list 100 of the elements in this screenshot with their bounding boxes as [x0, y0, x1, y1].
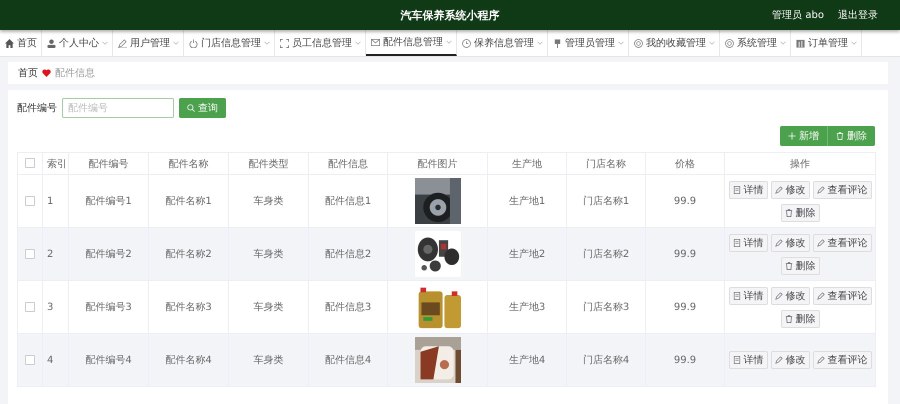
table-cell-text: 车身类 [254, 249, 284, 260]
chevron-down-icon [446, 39, 452, 45]
admin-user-label: 管理员 abo [772, 9, 824, 22]
table-cell-text: 车身类 [254, 302, 284, 313]
view-comments-button[interactable]: 查看评论 [812, 234, 872, 252]
table-cell-text: 1 [47, 196, 54, 206]
table-cell-text: 配件名称4 [165, 355, 212, 366]
plus-icon [788, 132, 796, 140]
pin-icon [553, 38, 562, 48]
delete-button[interactable]: 删除 [780, 310, 820, 328]
nav-menu-item[interactable]: 系统管理 [720, 30, 791, 56]
column-header: 配件图片 [388, 152, 488, 174]
table-cell-text: 配件名称3 [165, 302, 212, 313]
home-icon [5, 38, 14, 48]
table-cell-text: 配件名称1 [165, 196, 212, 207]
trash-icon [784, 314, 792, 322]
table-cell-text: 配件信息2 [324, 249, 372, 260]
nav-menu-item[interactable]: 配件信息管理 [366, 30, 457, 56]
table-cell-text: 车身类 [254, 355, 284, 366]
nav-menu-item[interactable]: 个人中心 [42, 30, 113, 56]
edit-button[interactable]: 修改 [770, 351, 810, 369]
table-cell-text: 门店名称1 [582, 196, 630, 207]
pen-icon [118, 38, 127, 48]
document-icon [732, 292, 740, 300]
column-header: 配件编号 [68, 152, 148, 174]
edit-button[interactable]: 修改 [770, 180, 810, 198]
nav-menu-item[interactable]: 我的收藏管理 [629, 30, 720, 56]
table-cell-text: 99.9 [674, 196, 696, 206]
trash-icon [784, 208, 792, 216]
chevron-down-icon [264, 40, 270, 46]
nav-menu-item[interactable]: 用户管理 [113, 30, 184, 56]
table-cell-text: 99.9 [674, 354, 696, 366]
view-comments-button[interactable]: 查看评论 [812, 351, 872, 369]
checkbox[interactable] [25, 354, 35, 365]
chevron-down-icon [537, 40, 543, 46]
trash-icon [836, 132, 844, 140]
table-cell-text: 配件编号2 [85, 249, 132, 260]
edit-icon [774, 292, 782, 300]
document-icon [732, 186, 740, 194]
chevron-down-icon [173, 40, 179, 46]
checkbox[interactable] [25, 196, 35, 206]
logout-link[interactable]: 退出登录 [838, 8, 878, 22]
edit-button[interactable]: 修改 [770, 286, 810, 304]
details-button[interactable]: 详情 [728, 351, 768, 369]
table-cell-text: 门店名称4 [582, 355, 630, 366]
circle-icon [634, 38, 643, 48]
chevron-down-icon [709, 40, 715, 46]
search-field[interactable]: 配件编号 [62, 98, 174, 118]
column-header: 生产地 [488, 152, 566, 174]
document-icon [732, 238, 740, 246]
chevron-down-icon [851, 40, 857, 46]
table-cell-text: 车身类 [254, 196, 284, 207]
edit-icon [816, 356, 824, 364]
delete-button[interactable]: 删除 [780, 204, 820, 222]
document-icon [732, 356, 740, 364]
edit-icon [774, 238, 782, 246]
nav-menu-item[interactable]: 管理员管理 [548, 30, 629, 56]
checkbox[interactable] [25, 302, 35, 312]
clock-icon [462, 38, 471, 48]
details-button[interactable]: 详情 [728, 180, 768, 198]
heart-icon [42, 69, 51, 77]
table-cell-text: 配件信息4 [324, 355, 372, 366]
person-icon [47, 38, 56, 48]
table-cell-text: 生产地3 [508, 302, 546, 313]
view-comments-button[interactable]: 查看评论 [812, 180, 872, 198]
column-header: 门店名称 [566, 152, 646, 174]
circle-icon [725, 38, 734, 48]
table-cell-text: 配件编号3 [85, 302, 132, 313]
edit-icon [816, 238, 824, 246]
chart-icon [796, 38, 805, 48]
nav-menu-item[interactable]: 订单管理 [791, 30, 862, 56]
trash-icon [784, 262, 792, 270]
checkbox[interactable] [25, 158, 35, 168]
app-title: 汽车保养系统小程序 [400, 8, 500, 22]
table-cell-text: 配件编号1 [85, 196, 132, 207]
table-cell-text: 生产地4 [508, 355, 546, 366]
chevron-down-icon [780, 40, 786, 46]
edit-icon [774, 186, 782, 194]
details-button[interactable]: 详情 [728, 234, 768, 252]
view-comments-button[interactable]: 查看评论 [812, 286, 872, 304]
column-header: 价格 [646, 152, 724, 174]
table-cell-text: 配件信息1 [324, 196, 372, 207]
nav-menu-item[interactable]: 门店信息管理 [184, 30, 275, 56]
edit-button[interactable]: 修改 [770, 234, 810, 252]
nav-menu-item[interactable]: 首页 [0, 30, 42, 56]
edit-icon [774, 356, 782, 364]
nav-menu-item[interactable]: 保养信息管理 [457, 30, 548, 56]
chevron-down-icon [355, 40, 361, 46]
edit-icon [816, 186, 824, 194]
checkbox[interactable] [25, 248, 35, 259]
breadcrumb-link[interactable]: 首页 [18, 66, 38, 80]
nav-menu-item[interactable]: 员工信息管理 [275, 30, 366, 56]
column-header: 配件名称 [148, 152, 228, 174]
table-cell-text: 配件名称2 [165, 249, 212, 260]
column-header: 配件类型 [228, 152, 308, 174]
edit-icon [816, 292, 824, 300]
table-cell-text: 生产地2 [508, 249, 546, 260]
details-button[interactable]: 详情 [728, 286, 768, 304]
chevron-down-icon [102, 40, 108, 46]
delete-button[interactable]: 删除 [780, 256, 820, 274]
